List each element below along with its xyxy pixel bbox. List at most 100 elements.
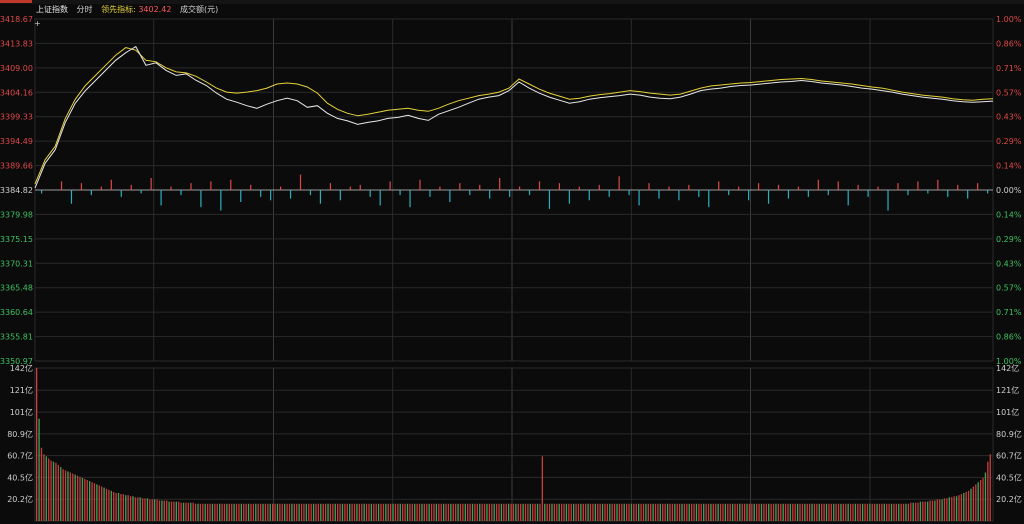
strength-bar	[379, 190, 381, 206]
volume-bar	[55, 462, 57, 521]
volume-bar	[825, 503, 828, 521]
intraday-chart[interactable]: 3418.67 1.00% 3413.83 0.86% 3409.00 0.71% 3404…	[0, 0, 1024, 524]
volume-bar	[693, 503, 695, 521]
volume-bar	[168, 501, 170, 521]
volume-bar	[686, 503, 688, 521]
volume-bar	[866, 503, 869, 521]
volume-bar	[173, 501, 175, 521]
volume-bar	[512, 503, 515, 521]
strength-bar	[419, 179, 421, 190]
volume-bar	[479, 503, 481, 521]
strength-bar	[767, 190, 770, 204]
strength-bar	[459, 183, 461, 190]
volume-bar	[93, 483, 96, 521]
volume-bar	[38, 418, 40, 521]
volume-bar	[267, 503, 269, 521]
volume-bar	[621, 503, 623, 521]
volume-bar	[151, 499, 153, 521]
volume-tick-label-right: 101亿	[996, 407, 1019, 417]
volume-bar	[310, 503, 312, 521]
volume-bar	[57, 464, 59, 521]
volume-bar	[79, 476, 81, 521]
volume-bar	[137, 497, 139, 521]
volume-bar	[580, 503, 582, 521]
volume-bar	[243, 503, 245, 521]
volume-bar	[223, 503, 226, 521]
volume-bar	[874, 503, 876, 521]
price-tick-label: 3404.16	[0, 88, 33, 97]
volume-bar	[707, 503, 710, 521]
volume-bar	[724, 503, 727, 521]
volume-bar	[389, 503, 392, 521]
volume-bar	[895, 503, 898, 521]
volume-bar	[758, 503, 760, 521]
volume-bar	[731, 503, 734, 521]
volume-bar	[52, 461, 55, 521]
strength-bar	[678, 190, 680, 201]
volume-bar	[276, 503, 279, 521]
volume-bar	[88, 481, 91, 521]
volume-bar	[464, 503, 466, 521]
volume-bar	[255, 503, 257, 521]
volume-bar	[507, 503, 510, 521]
strength-bar	[479, 184, 481, 190]
volume-bar	[666, 503, 669, 521]
strength-bar	[439, 186, 441, 190]
volume-bar	[633, 503, 635, 521]
volume-bar	[101, 486, 103, 521]
volume-bar	[539, 503, 541, 521]
volume-tick-label-right: 40.5亿	[996, 472, 1022, 482]
volume-bar	[847, 503, 849, 521]
volume-bar	[399, 503, 401, 521]
volume-tick-label-right: 20.2亿	[996, 494, 1022, 504]
volume-bar	[414, 503, 416, 521]
volume-bar	[763, 503, 765, 521]
volume-bar	[642, 503, 645, 521]
volume-bar	[421, 503, 423, 521]
strength-bar	[708, 190, 710, 208]
price-tick-label: 3418.67	[0, 15, 33, 24]
volume-bar	[618, 503, 621, 521]
strength-bar	[957, 184, 959, 190]
volume-bar	[712, 503, 714, 521]
volume-bar	[683, 503, 686, 521]
volume-bar	[305, 503, 308, 521]
strength-bar	[100, 186, 102, 190]
volume-bar	[662, 503, 664, 521]
strength-bar	[588, 190, 590, 201]
strength-bar	[528, 190, 531, 196]
volume-bar	[327, 503, 329, 521]
volume-bar	[199, 503, 202, 521]
volume-bar	[760, 503, 763, 521]
volume-bar	[613, 503, 616, 521]
volume-bar	[924, 501, 926, 521]
strength-bar	[518, 186, 521, 190]
strength-bar	[70, 190, 73, 204]
volume-bar	[577, 503, 580, 521]
strength-bar	[329, 183, 331, 190]
volume-tick-label-right: 142亿	[996, 363, 1019, 373]
volume-tick-label: 80.9亿	[7, 429, 33, 439]
volume-bar	[628, 503, 630, 521]
volume-bar	[303, 503, 305, 521]
pct-tick-label: 0.57%	[996, 88, 1022, 97]
volume-bar	[182, 502, 185, 521]
volume-bar	[606, 503, 609, 521]
volume-bar	[876, 503, 878, 521]
volume-bar	[792, 503, 794, 521]
volume-bar	[881, 503, 883, 521]
pct-tick-label: 0.00%	[996, 186, 1022, 195]
volume-bar	[163, 500, 165, 521]
volume-bar	[274, 503, 276, 521]
volume-bar	[869, 503, 871, 521]
volume-bar	[474, 503, 476, 521]
volume-bar	[743, 503, 746, 521]
volume-bar	[409, 503, 411, 521]
strength-bar	[608, 190, 610, 197]
volume-bar	[105, 488, 108, 521]
volume-bar	[365, 503, 368, 521]
volume-bar	[240, 503, 243, 521]
volume-bar	[955, 496, 958, 521]
volume-bar	[216, 503, 218, 521]
strength-bar	[210, 181, 212, 190]
